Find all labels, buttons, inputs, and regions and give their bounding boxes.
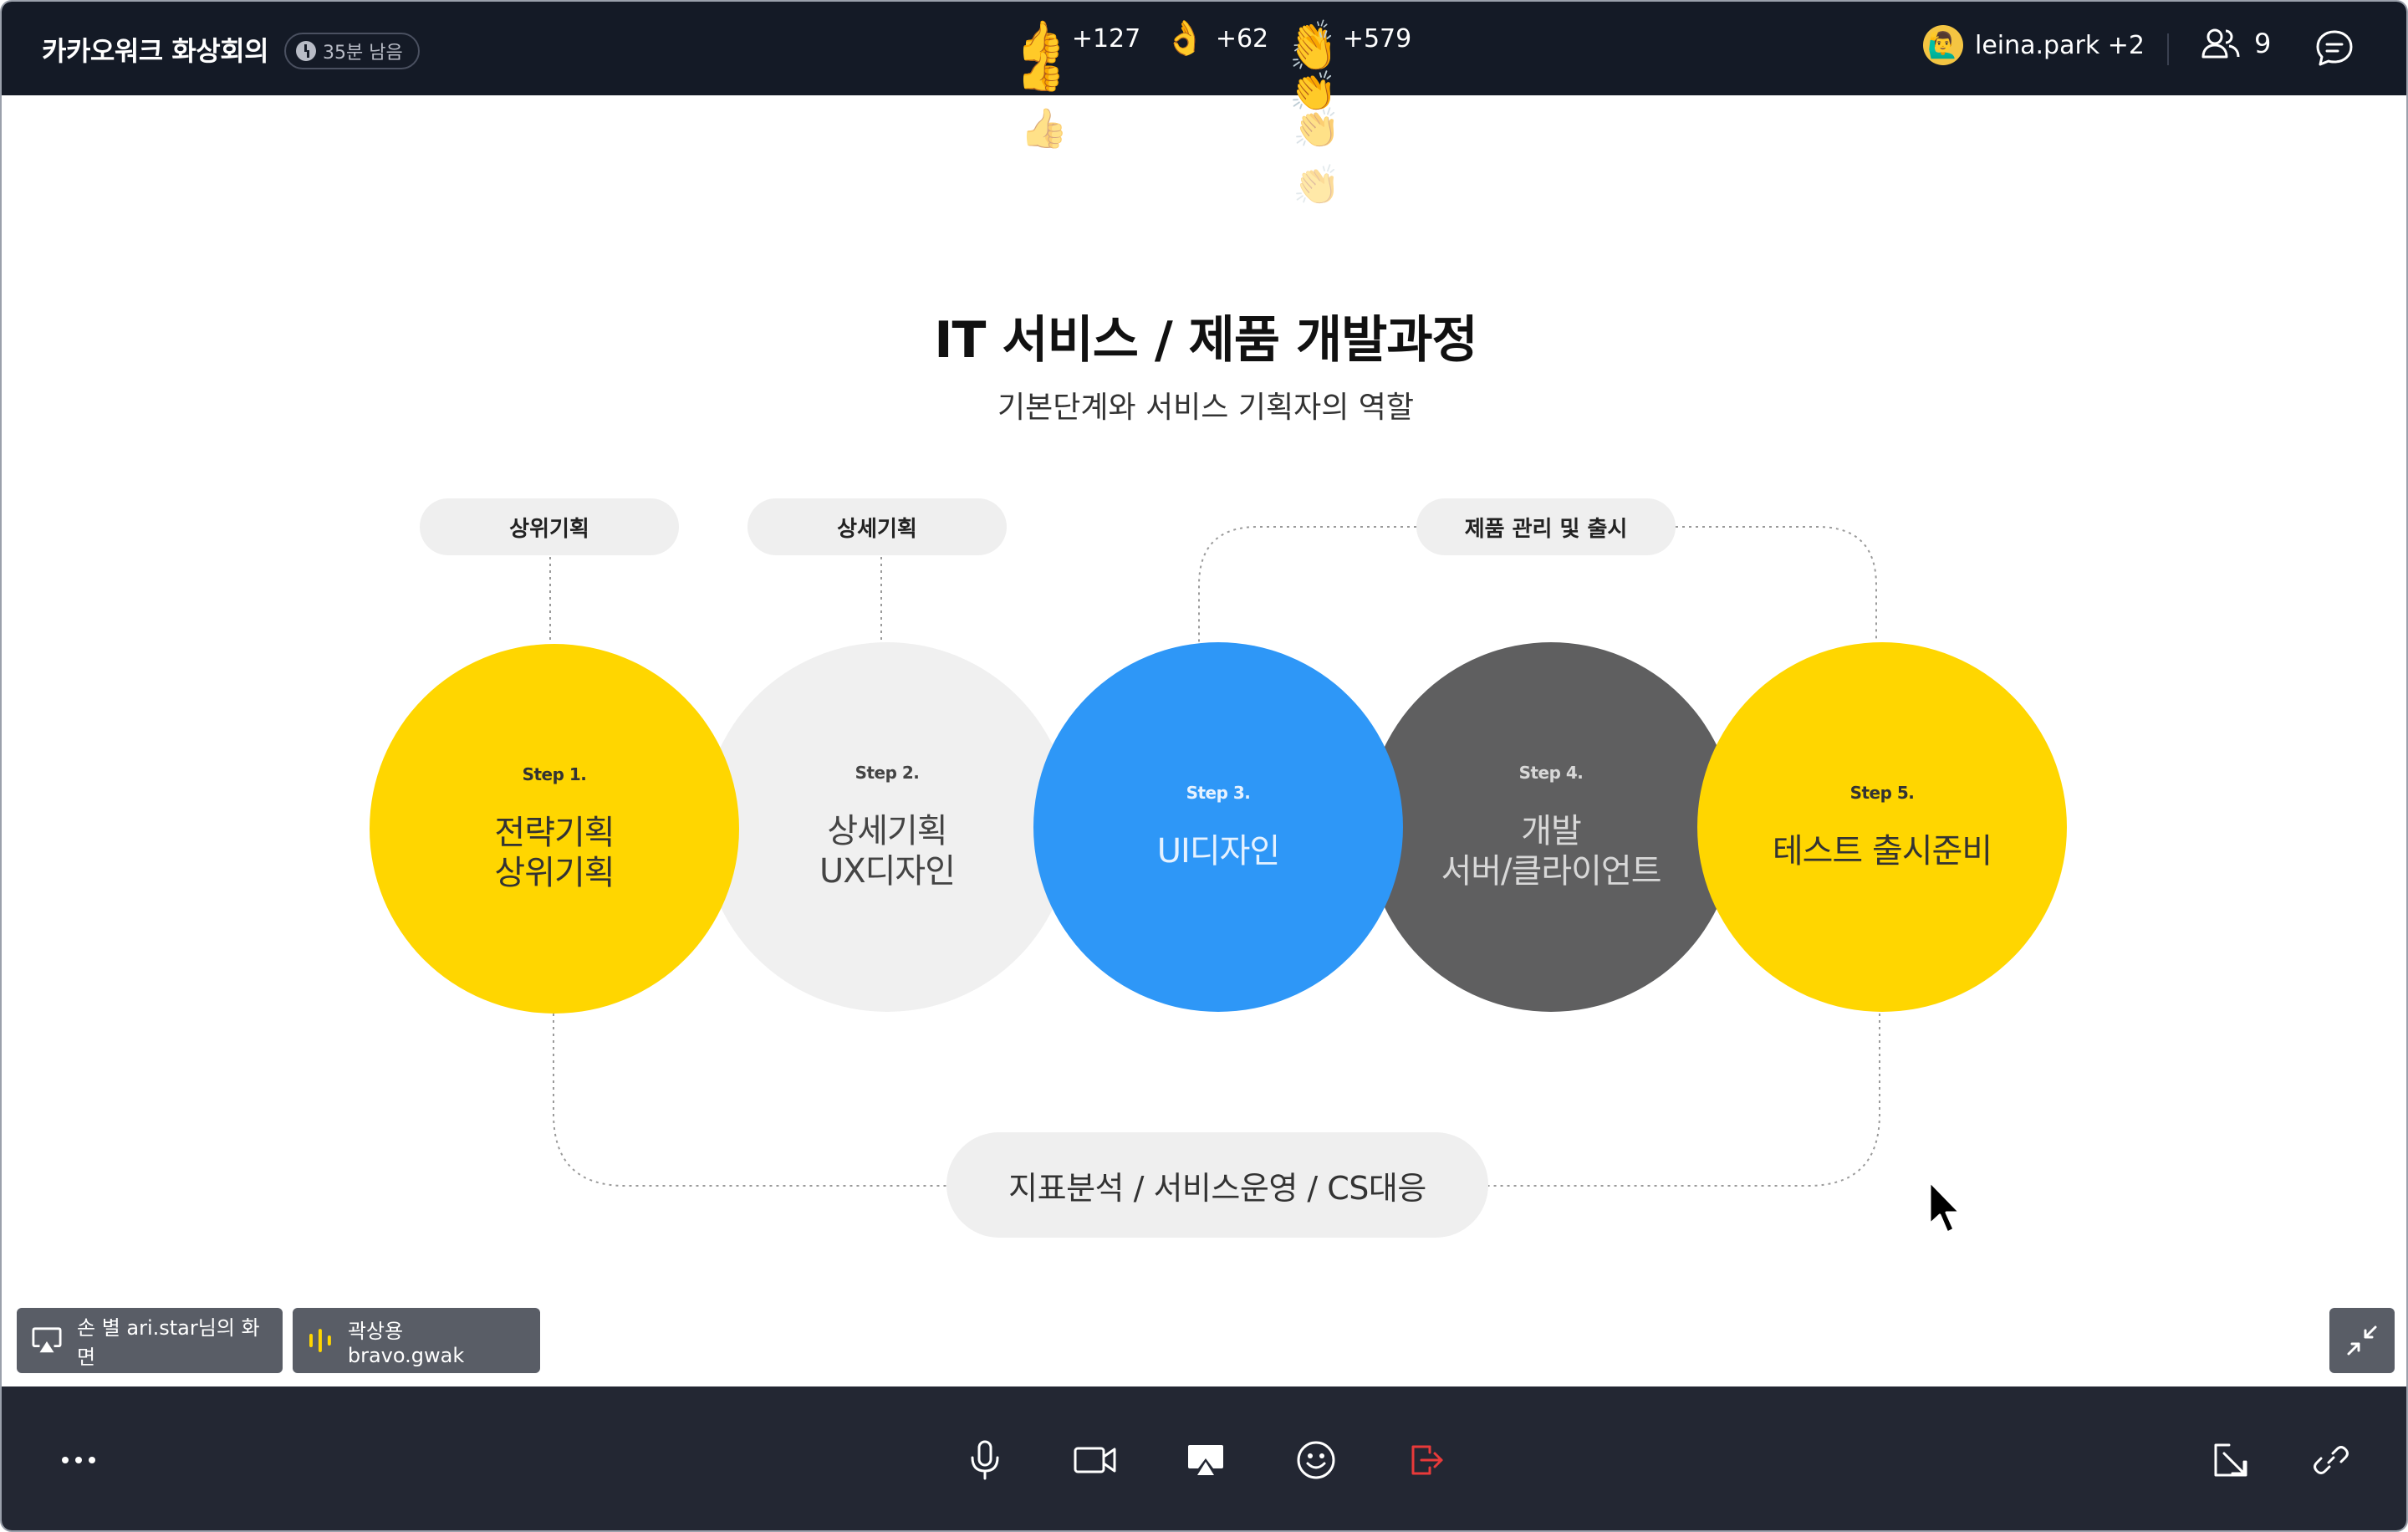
time-remaining-text: 35분 남음 bbox=[323, 43, 403, 64]
popout-icon bbox=[2214, 1443, 2247, 1477]
ok-hand-icon: 👌 bbox=[1164, 19, 1206, 58]
clock-icon bbox=[296, 41, 316, 61]
operations-pill: 지표분석 / 서비스운영 / CS대응 bbox=[946, 1132, 1488, 1238]
participants-button[interactable]: 9 bbox=[2201, 27, 2271, 60]
copy-link-button[interactable] bbox=[2299, 1428, 2363, 1492]
slide-subtitle: 기본단계와 서비스 기획자의 역할 bbox=[997, 391, 1414, 425]
time-remaining-badge: 35분 남음 bbox=[284, 33, 420, 69]
mouse-cursor-icon bbox=[1928, 1180, 1962, 1234]
video-icon bbox=[1074, 1447, 1116, 1473]
step-label: 전략기획 상위기획 bbox=[494, 814, 615, 892]
mic-button[interactable] bbox=[953, 1428, 1017, 1492]
thumbs-up-icon: 👍 bbox=[1020, 105, 1069, 151]
chat-icon[interactable] bbox=[2313, 27, 2356, 70]
reaction-count: +579 bbox=[1342, 23, 1412, 54]
reaction-count: +62 bbox=[1215, 23, 1269, 54]
step-label: UI디자인 bbox=[1156, 832, 1280, 871]
share-screen-button[interactable] bbox=[1174, 1428, 1237, 1492]
top-bar: 카카오워크 화상회의 35분 남음 👍 +127 👌 +62 👏 +579 🙋‍… bbox=[2, 2, 2406, 95]
reaction-button[interactable] bbox=[1284, 1428, 1348, 1492]
slide-title: IT 서비스 / 제품 개발과정 bbox=[934, 311, 1478, 370]
step-2-circle: Step 2. 상세기획 UX디자인 bbox=[702, 642, 1072, 1012]
emoji-icon bbox=[1297, 1441, 1335, 1479]
reaction-count: +127 bbox=[1071, 23, 1141, 54]
step-3-circle: Step 3. UI디자인 bbox=[1033, 642, 1403, 1012]
leave-icon bbox=[1411, 1445, 1443, 1475]
active-speaker-name: leina.park +2 bbox=[1975, 30, 2145, 60]
bottom-toolbar bbox=[2, 1386, 2406, 1530]
step-number: Step 1. bbox=[522, 764, 587, 784]
step-1-circle: Step 1. 전략기획 상위기획 bbox=[370, 644, 739, 1014]
reaction-ok-hand[interactable]: 👌 +62 bbox=[1164, 22, 1268, 55]
meeting-title: 카카오워크 화상회의 bbox=[42, 35, 269, 67]
screen-share-chip[interactable]: 손 별 ari.star님의 화면 bbox=[17, 1308, 283, 1373]
speaker-label: 곽상용 bravo.gwak bbox=[347, 1319, 465, 1367]
step-4-circle: Step 4. 개발 서버/클라이언트 bbox=[1366, 642, 1736, 1012]
screen-share-icon bbox=[32, 1327, 62, 1353]
minimize-button[interactable] bbox=[2329, 1308, 2395, 1373]
active-speaker-chip[interactable]: 곽상용 bravo.gwak bbox=[293, 1308, 540, 1373]
clapping-hands-icon: 👏 bbox=[1293, 162, 1341, 207]
avatar: 🙋‍♂️ bbox=[1923, 25, 1963, 65]
mic-icon bbox=[971, 1440, 999, 1480]
more-icon bbox=[62, 1457, 95, 1463]
step-number: Step 4. bbox=[1518, 763, 1584, 783]
clapping-hands-icon: 👏 bbox=[1289, 28, 1338, 74]
link-icon bbox=[2314, 1446, 2349, 1474]
active-speakers[interactable]: 🙋‍♂️ leina.park +2 bbox=[1923, 25, 2145, 65]
step-number: Step 3. bbox=[1186, 783, 1251, 803]
popout-button[interactable] bbox=[2199, 1428, 2263, 1492]
thumbs-up-icon: 👍 bbox=[1017, 49, 1065, 94]
share-screen-icon bbox=[1188, 1445, 1223, 1475]
participant-count: 9 bbox=[2254, 28, 2272, 59]
step-label: 개발 서버/클라이언트 bbox=[1441, 812, 1661, 891]
people-icon bbox=[2201, 28, 2240, 59]
phase-pill-detail-planning: 상세기획 bbox=[747, 498, 1007, 555]
screen-share-label: 손 별 ari.star님의 화면 bbox=[76, 1316, 260, 1369]
more-button[interactable] bbox=[47, 1428, 110, 1492]
leave-button[interactable] bbox=[1395, 1428, 1458, 1492]
audio-level-icon bbox=[309, 1329, 331, 1352]
divider bbox=[2167, 33, 2169, 65]
minimize-icon bbox=[2347, 1325, 2377, 1356]
step-5-circle: Step 5. 테스트 출시준비 bbox=[1697, 642, 2067, 1012]
phase-pill-product-release: 제품 관리 및 출시 bbox=[1416, 498, 1676, 555]
phase-pill-high-level-planning: 상위기획 bbox=[420, 498, 679, 555]
step-label: 테스트 출시준비 bbox=[1772, 832, 1992, 871]
meeting-window: 카카오워크 화상회의 35분 남음 👍 +127 👌 +62 👏 +579 🙋‍… bbox=[0, 0, 2408, 1532]
step-label: 상세기획 UX디자인 bbox=[819, 812, 956, 891]
step-number: Step 2. bbox=[855, 763, 920, 783]
step-number: Step 5. bbox=[1849, 783, 1915, 803]
video-button[interactable] bbox=[1064, 1428, 1127, 1492]
clapping-hands-icon: 👏 bbox=[1293, 105, 1341, 151]
